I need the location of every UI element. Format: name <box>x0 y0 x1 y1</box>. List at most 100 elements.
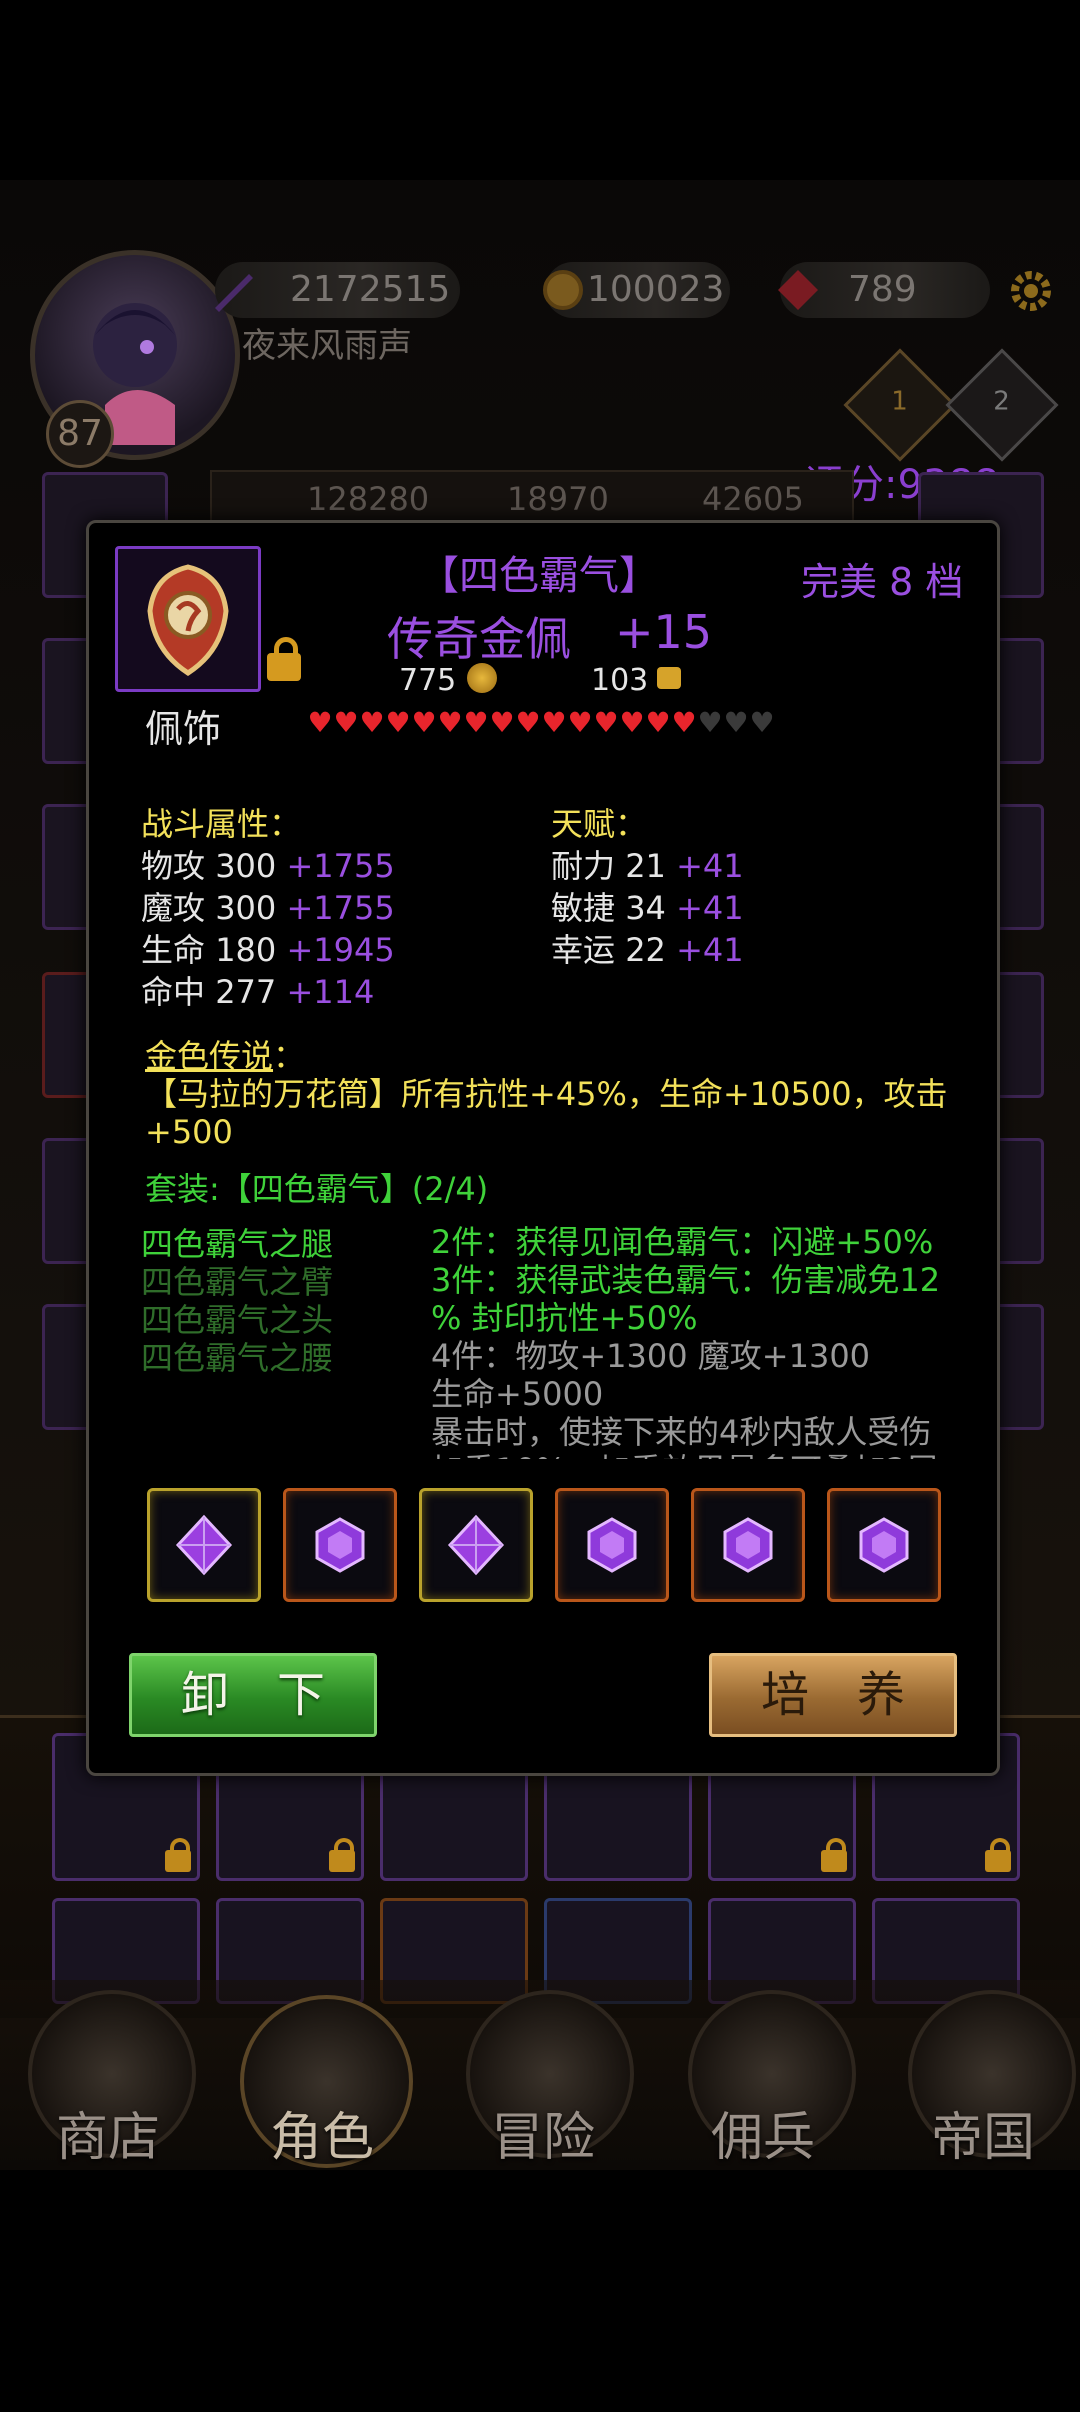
durability-hearts: ♥♥♥♥♥♥♥♥♥♥♥♥♥♥♥♥♥♥ <box>307 706 775 740</box>
set-header: 套装:【四色霸气】(2/4) <box>145 1170 489 1208</box>
sub-resource-3: 42605 <box>702 480 804 518</box>
heart-full-icon: ♥ <box>307 706 333 739</box>
heart-full-icon: ♥ <box>515 706 541 739</box>
nav-shop-label: 商店 <box>55 2108 160 2168</box>
gold-value: 100023 <box>587 269 725 310</box>
set-piece: 四色霸气之臂 <box>141 1263 334 1301</box>
combat-stat-row: 生命 180 +1945 <box>141 929 395 971</box>
gem-socket-1[interactable] <box>147 1488 261 1602</box>
set-bonus-line: 生命+5000 <box>431 1375 604 1413</box>
heart-full-icon: ♥ <box>593 706 619 739</box>
combat-stat-row: 魔攻 300 +1755 <box>141 887 395 929</box>
stat-base: 277 <box>215 973 277 1011</box>
item-coin-value: 775 <box>399 663 457 698</box>
unequip-button[interactable]: 卸 下 <box>129 1653 377 1737</box>
heart-full-icon: ♥ <box>333 706 359 739</box>
coin-icon <box>543 270 583 310</box>
stat-label: 物攻 <box>141 847 206 885</box>
stat-base: 180 <box>215 931 277 969</box>
item-icon-frame <box>115 546 261 692</box>
hexagon-gem-icon <box>315 1517 365 1573</box>
lock-icon <box>165 1838 191 1872</box>
combat-stat-row: 命中 277 +114 <box>141 971 374 1013</box>
gold-resource: 100023 <box>543 262 730 318</box>
item-puzzle-value: 103 <box>591 663 649 698</box>
lock-icon[interactable] <box>267 637 301 681</box>
stat-bonus: +1755 <box>286 889 395 927</box>
set-bonus-line: 加重10%，加重效果最多可叠加2层 <box>431 1451 971 1459</box>
sub-resource-2: 18970 <box>507 480 609 518</box>
puzzle-piece-icon <box>657 667 681 689</box>
item-enhance-level: +15 <box>615 605 713 659</box>
stat-label: 幸运 <box>551 931 616 969</box>
set-bonus-line: % 封印抗性+50% <box>431 1299 698 1337</box>
heart-empty-icon: ♥ <box>697 706 723 739</box>
heart-full-icon: ♥ <box>541 706 567 739</box>
talent-stat-row: 幸运 22 +41 <box>551 929 744 971</box>
coin-icon <box>467 663 497 693</box>
settings-gear-icon[interactable] <box>1005 265 1057 317</box>
hexagon-gem-icon <box>859 1517 909 1573</box>
stat-bonus: +1755 <box>286 847 395 885</box>
nav-empire-label: 帝国 <box>930 2108 1035 2168</box>
heart-empty-icon: ♥ <box>723 706 749 739</box>
stat-bonus: +1945 <box>286 931 395 969</box>
gem-socket-4[interactable] <box>555 1488 669 1602</box>
stat-label: 生命 <box>141 931 206 969</box>
stat-base: 300 <box>215 889 277 927</box>
set-piece: 四色霸气之腰 <box>141 1339 334 1377</box>
gem-socket-3[interactable] <box>419 1488 533 1602</box>
set-bonus-line: 3件：获得武装色霸气：伤害减免12 <box>431 1261 941 1299</box>
rank-badge-2-label: 2 <box>993 386 1010 417</box>
lock-icon <box>821 1838 847 1872</box>
heart-full-icon: ♥ <box>463 706 489 739</box>
heart-empty-icon: ♥ <box>749 706 775 739</box>
nav-character-label: 角色 <box>269 2108 374 2168</box>
heart-full-icon: ♥ <box>645 706 671 739</box>
stat-bonus: +114 <box>286 973 375 1011</box>
level-badge: 87 <box>46 400 114 468</box>
item-name: 传奇金佩 <box>387 612 571 666</box>
stat-base: 300 <box>215 847 277 885</box>
stat-base: 34 <box>625 889 666 927</box>
train-button[interactable]: 培 养 <box>709 1653 957 1737</box>
talent-header: 天赋： <box>551 805 648 843</box>
legend-header: 金色传说： <box>145 1035 305 1077</box>
hexagon-gem-icon <box>587 1517 637 1573</box>
gem-socket-6[interactable] <box>827 1488 941 1602</box>
stat-label: 敏捷 <box>551 889 616 927</box>
player-name: 夜来风雨声 <box>242 326 412 366</box>
lock-icon <box>985 1838 1011 1872</box>
stat-base: 22 <box>625 931 666 969</box>
stat-base: 21 <box>625 847 666 885</box>
stat-bonus: +41 <box>676 931 744 969</box>
heart-full-icon: ♥ <box>567 706 593 739</box>
heart-full-icon: ♥ <box>385 706 411 739</box>
sub-resource-strip: 128280 18970 42605 <box>210 470 854 526</box>
heart-full-icon: ♥ <box>359 706 385 739</box>
item-quality: 完美 8 档 <box>801 560 964 604</box>
item-detail-popup: 【四色霸气】 完美 8 档 传奇金佩 +15 775 103 佩饰 ♥♥♥♥♥♥… <box>86 520 1000 1776</box>
set-bonus-line: 4件：物攻+1300 魔攻+1300 <box>431 1337 871 1375</box>
train-button-label: 培 养 <box>760 1667 905 1723</box>
item-set-title: 【四色霸气】 <box>419 553 659 599</box>
legend-line-2: +500 <box>145 1113 233 1151</box>
lock-icon <box>329 1838 355 1872</box>
amulet-icon <box>147 564 229 676</box>
item-type-label: 佩饰 <box>145 707 222 751</box>
sword-icon <box>215 274 253 312</box>
gem-resource: 789 <box>778 262 990 318</box>
stat-bonus: +41 <box>676 847 744 885</box>
set-bonus-line: 2件：获得见闻色霸气：闪避+50% <box>431 1223 934 1261</box>
power-value: 2172515 <box>290 269 451 310</box>
heart-full-icon: ♥ <box>619 706 645 739</box>
stat-label: 命中 <box>141 973 206 1011</box>
set-bonus-line: 暴击时，使接下来的4秒内敌人受伤 <box>431 1413 932 1451</box>
unequip-button-label: 卸 下 <box>180 1667 325 1723</box>
set-bonus-list: 2件：获得见闻色霸气：闪避+50% 3件：获得武装色霸气：伤害减免12 % 封印… <box>431 1223 971 1459</box>
heart-full-icon: ♥ <box>437 706 463 739</box>
diamond-gem-icon <box>175 1514 233 1576</box>
gem-socket-5[interactable] <box>691 1488 805 1602</box>
hexagon-gem-icon <box>723 1517 773 1573</box>
gem-socket-2[interactable] <box>283 1488 397 1602</box>
